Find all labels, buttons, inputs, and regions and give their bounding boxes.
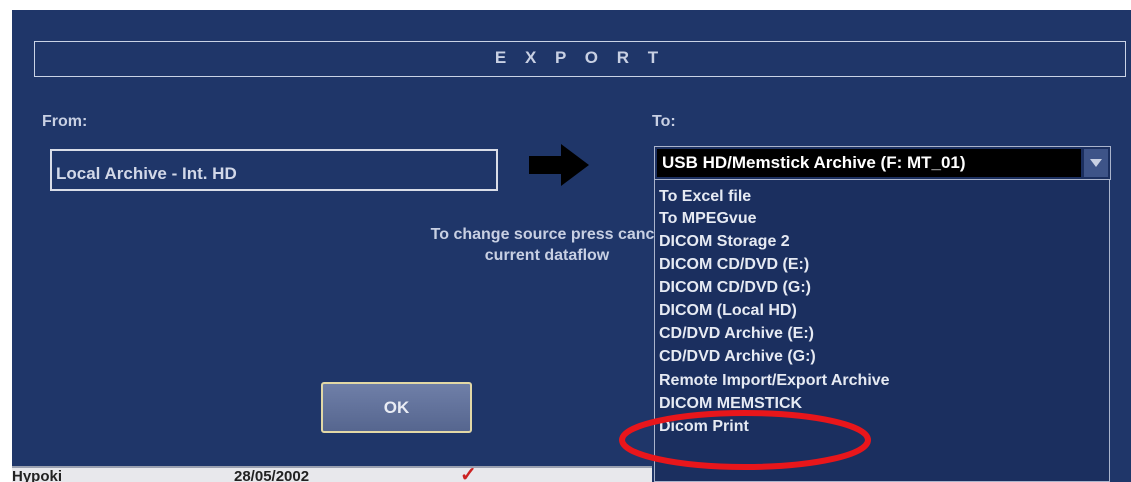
option-to-mpegvue[interactable]: To MPEGvue xyxy=(657,208,1099,230)
chevron-down-icon xyxy=(1090,159,1102,167)
option-dicom-local-hd[interactable]: DICOM (Local HD) xyxy=(657,300,1099,322)
option-dicom-storage-2[interactable]: DICOM Storage 2 xyxy=(657,231,1099,253)
dropdown-button[interactable] xyxy=(1084,149,1108,177)
option-cd-dvd-archive-g[interactable]: CD/DVD Archive (G:) xyxy=(657,346,1099,368)
option-cd-dvd-archive-e[interactable]: CD/DVD Archive (E:) xyxy=(657,323,1099,345)
dialog-title: E X P O R T xyxy=(494,48,666,67)
option-dicom-cd-dvd-g[interactable]: DICOM CD/DVD (G:) xyxy=(657,277,1099,299)
option-remote-import-export-archive[interactable]: Remote Import/Export Archive xyxy=(657,370,1099,392)
from-label: From: xyxy=(42,113,88,130)
checkmark-icon: ✓ xyxy=(460,464,477,482)
status-name: Hypoki xyxy=(12,468,63,482)
ok-button[interactable]: OK xyxy=(321,382,472,433)
right-arrow-icon xyxy=(529,144,589,186)
source-field[interactable]: Local Archive - Int. HD xyxy=(50,149,498,191)
status-row: Hypoki 28/05/2002 ✓ xyxy=(12,464,652,482)
destination-select[interactable]: USB HD/Memstick Archive (F: MT_01) xyxy=(654,146,1111,180)
to-label: To: xyxy=(652,113,676,130)
destination-dropdown-list: To Excel file To MPEGvue DICOM Storage 2… xyxy=(654,180,1110,482)
title-bar: E X P O R T xyxy=(34,41,1126,77)
option-dicom-cd-dvd-e[interactable]: DICOM CD/DVD (E:) xyxy=(657,254,1099,276)
status-date: 28/05/2002 xyxy=(234,468,310,482)
option-dicom-print[interactable]: Dicom Print xyxy=(657,416,1099,438)
destination-selected-value[interactable]: USB HD/Memstick Archive (F: MT_01) xyxy=(657,149,1081,177)
option-dicom-memstick[interactable]: DICOM MEMSTICK xyxy=(657,393,1099,415)
option-to-excel-file[interactable]: To Excel file xyxy=(657,186,1099,208)
export-dialog: E X P O R T From: To: Local Archive - In… xyxy=(12,10,1131,482)
